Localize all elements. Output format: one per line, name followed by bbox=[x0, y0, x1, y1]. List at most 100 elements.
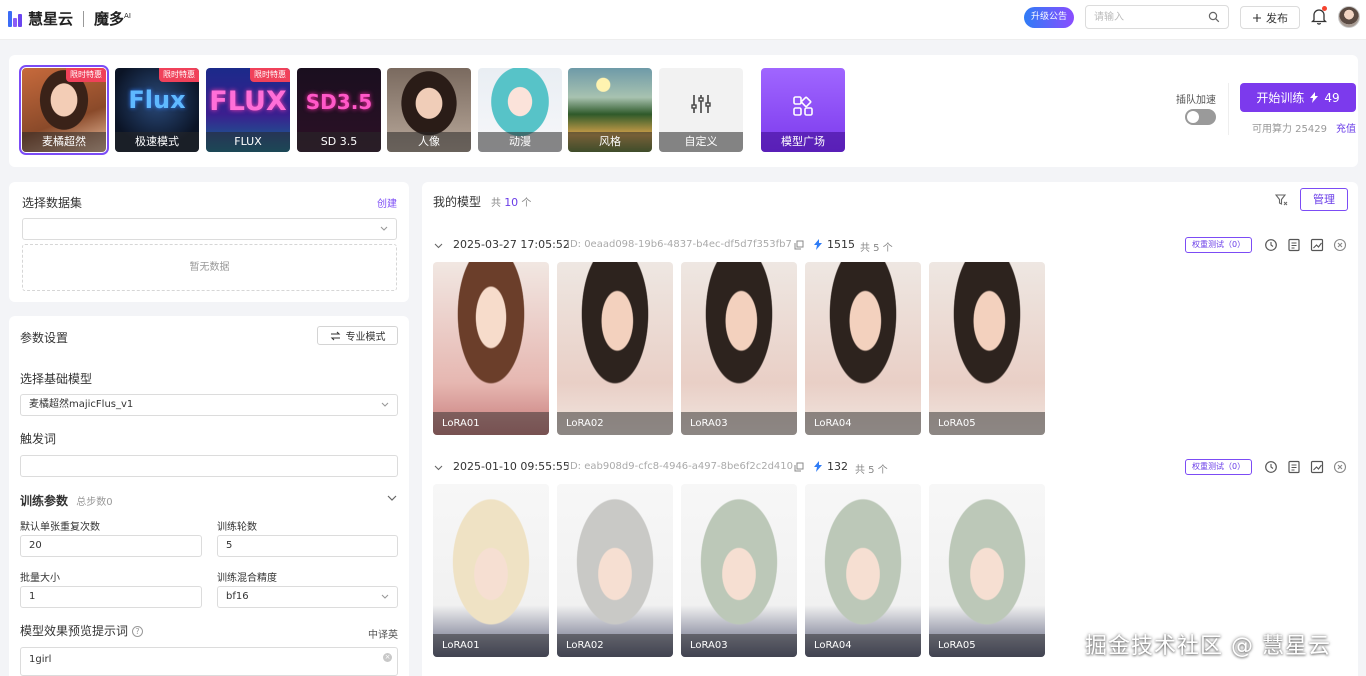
clear-icon[interactable]: × bbox=[383, 653, 392, 662]
chevron-down-icon[interactable] bbox=[433, 462, 444, 473]
training-params-header: 训练参数 总步数0 bbox=[20, 492, 113, 509]
pro-mode-button[interactable]: 专业模式 bbox=[317, 326, 398, 345]
repeat-count-label: 默认单张重复次数 bbox=[20, 522, 100, 533]
preview-prompt-header: 模型效果预览提示词? bbox=[20, 622, 144, 639]
training-cost: 49 bbox=[1324, 90, 1340, 105]
close-icon[interactable] bbox=[1333, 460, 1347, 474]
model-card-art-text: SD3.5 bbox=[305, 90, 373, 114]
recharge-link[interactable]: 充值 bbox=[1336, 120, 1356, 135]
avatar[interactable] bbox=[1338, 6, 1360, 28]
chevron-down-icon[interactable] bbox=[386, 492, 398, 504]
publish-button[interactable]: 发布 bbox=[1240, 6, 1300, 29]
close-icon[interactable] bbox=[1333, 238, 1347, 252]
lora-thumbnail[interactable]: LoRA04 bbox=[805, 262, 921, 435]
search-box[interactable] bbox=[1085, 5, 1229, 29]
plus-icon bbox=[1253, 13, 1261, 22]
dataset-title: 选择数据集 bbox=[22, 196, 83, 210]
my-models-count: 共 10 个 bbox=[491, 196, 532, 209]
repeat-count-input[interactable]: 20 bbox=[20, 535, 202, 557]
model-card-fast[interactable]: Flux 限时特惠 极速模式 bbox=[115, 68, 199, 152]
training-params-label: 训练参数 bbox=[20, 494, 69, 508]
lora-thumbnail[interactable]: LoRA04 bbox=[805, 484, 921, 657]
precision-value: bf16 bbox=[226, 591, 249, 602]
lora-thumbnail[interactable]: LoRA03 bbox=[681, 262, 797, 435]
lora-thumbnail[interactable]: LoRA02 bbox=[557, 262, 673, 435]
chevron-down-icon bbox=[380, 226, 388, 231]
base-model-select[interactable]: 麦橘超然majicFlus_v1 bbox=[20, 394, 398, 416]
available-compute: 可用算力 25429 bbox=[1252, 124, 1327, 135]
model-card-style[interactable]: 风格 bbox=[568, 68, 652, 152]
lora-label: LoRA03 bbox=[681, 412, 797, 435]
filter-icon[interactable] bbox=[1275, 194, 1288, 206]
batch-size-input[interactable]: 1 bbox=[20, 586, 202, 608]
manage-button[interactable]: 管理 bbox=[1300, 188, 1348, 211]
lora-label: LoRA03 bbox=[681, 634, 797, 657]
create-dataset-link[interactable]: 创建 bbox=[377, 195, 397, 210]
document-icon[interactable] bbox=[1287, 460, 1301, 474]
pro-mode-label: 专业模式 bbox=[345, 332, 386, 343]
precision-select[interactable]: bf16 bbox=[217, 586, 398, 608]
lora-label: LoRA04 bbox=[805, 634, 921, 657]
lora-thumbnail[interactable]: LoRA05 bbox=[929, 484, 1045, 657]
upgrade-announcement-button[interactable]: 升级公告 bbox=[1024, 7, 1074, 28]
lora-thumbnail[interactable]: LoRA01 bbox=[433, 262, 549, 435]
queue-boost-toggle[interactable] bbox=[1185, 109, 1216, 125]
group-count: 共 5 个 bbox=[855, 465, 888, 476]
group-power: 1515 bbox=[827, 238, 855, 251]
chevron-down-icon[interactable] bbox=[433, 240, 444, 251]
lora-label: LoRA01 bbox=[433, 634, 549, 657]
start-training-button[interactable]: 开始训练 49 bbox=[1240, 83, 1356, 112]
trigger-word-input[interactable] bbox=[20, 455, 398, 477]
document-icon[interactable] bbox=[1287, 238, 1301, 252]
model-card-label: FLUX bbox=[206, 132, 290, 152]
weight-test-button[interactable]: 权重测试（0） bbox=[1185, 459, 1253, 475]
lora-label: LoRA02 bbox=[557, 412, 673, 435]
dataset-empty-state: 暂无数据 bbox=[22, 244, 397, 291]
translate-button[interactable]: 中译英 bbox=[368, 626, 398, 641]
lora-label: LoRA02 bbox=[557, 634, 673, 657]
chevron-down-icon bbox=[381, 594, 389, 599]
history-icon[interactable] bbox=[1264, 460, 1278, 474]
preview-prompt-label: 模型效果预览提示词 bbox=[20, 624, 129, 638]
model-card-label: 自定义 bbox=[659, 132, 743, 152]
apps-grid-icon bbox=[793, 96, 813, 116]
model-card-custom[interactable]: 自定义 bbox=[659, 68, 743, 152]
total-steps: 总步数0 bbox=[76, 497, 113, 508]
lora-thumbnail[interactable]: LoRA03 bbox=[681, 484, 797, 657]
model-card-portrait[interactable]: 人像 bbox=[387, 68, 471, 152]
model-card-majic[interactable]: 限时特惠 麦橘超然 bbox=[19, 65, 109, 155]
model-card-sd35[interactable]: SD3.5 SD 3.5 bbox=[297, 68, 381, 152]
weight-test-button[interactable]: 权重测试（0） bbox=[1185, 237, 1253, 253]
dataset-select[interactable] bbox=[22, 218, 397, 240]
preview-prompt-input[interactable]: 1girl × bbox=[20, 647, 398, 676]
search-input[interactable] bbox=[1094, 6, 1204, 28]
model-card-anime[interactable]: 动漫 bbox=[478, 68, 562, 152]
chart-icon[interactable] bbox=[1310, 238, 1324, 252]
chevron-down-icon bbox=[381, 402, 389, 407]
help-icon[interactable]: ? bbox=[132, 626, 144, 637]
lora-thumbnail[interactable]: LoRA01 bbox=[433, 484, 549, 657]
copy-icon[interactable] bbox=[794, 462, 804, 472]
lora-label: LoRA05 bbox=[929, 412, 1045, 435]
publish-label: 发布 bbox=[1266, 11, 1288, 25]
precision-label: 训练混合精度 bbox=[217, 573, 277, 584]
params-title: 参数设置 bbox=[20, 331, 69, 345]
lora-thumbnail[interactable]: LoRA05 bbox=[929, 262, 1045, 435]
epochs-input[interactable]: 5 bbox=[217, 535, 398, 557]
copy-icon[interactable] bbox=[794, 240, 804, 250]
model-card-plaza[interactable]: 模型广场 bbox=[761, 68, 845, 152]
base-model-value: 麦橘超然majicFlus_v1 bbox=[29, 399, 134, 410]
queue-boost-label: 插队加速 bbox=[1176, 95, 1216, 106]
model-group-header: 2025-01-10 09:55:55 ID: eab908d9-cfc8-49… bbox=[433, 459, 1348, 476]
preview-prompt-value: 1girl bbox=[29, 654, 52, 665]
history-icon[interactable] bbox=[1264, 238, 1278, 252]
search-icon[interactable] bbox=[1208, 11, 1220, 23]
promo-badge: 限时特惠 bbox=[159, 68, 199, 82]
group-date: 2025-03-27 17:05:52 bbox=[453, 238, 570, 251]
model-card-label: 麦橘超然 bbox=[22, 132, 106, 152]
lora-thumbnail[interactable]: LoRA02 bbox=[557, 484, 673, 657]
logo[interactable]: 慧星云 魔多AI bbox=[8, 8, 131, 29]
chart-icon[interactable] bbox=[1310, 460, 1324, 474]
model-card-flux[interactable]: FLUX 限时特惠 FLUX bbox=[206, 68, 290, 152]
trigger-word-label: 触发词 bbox=[20, 432, 57, 446]
